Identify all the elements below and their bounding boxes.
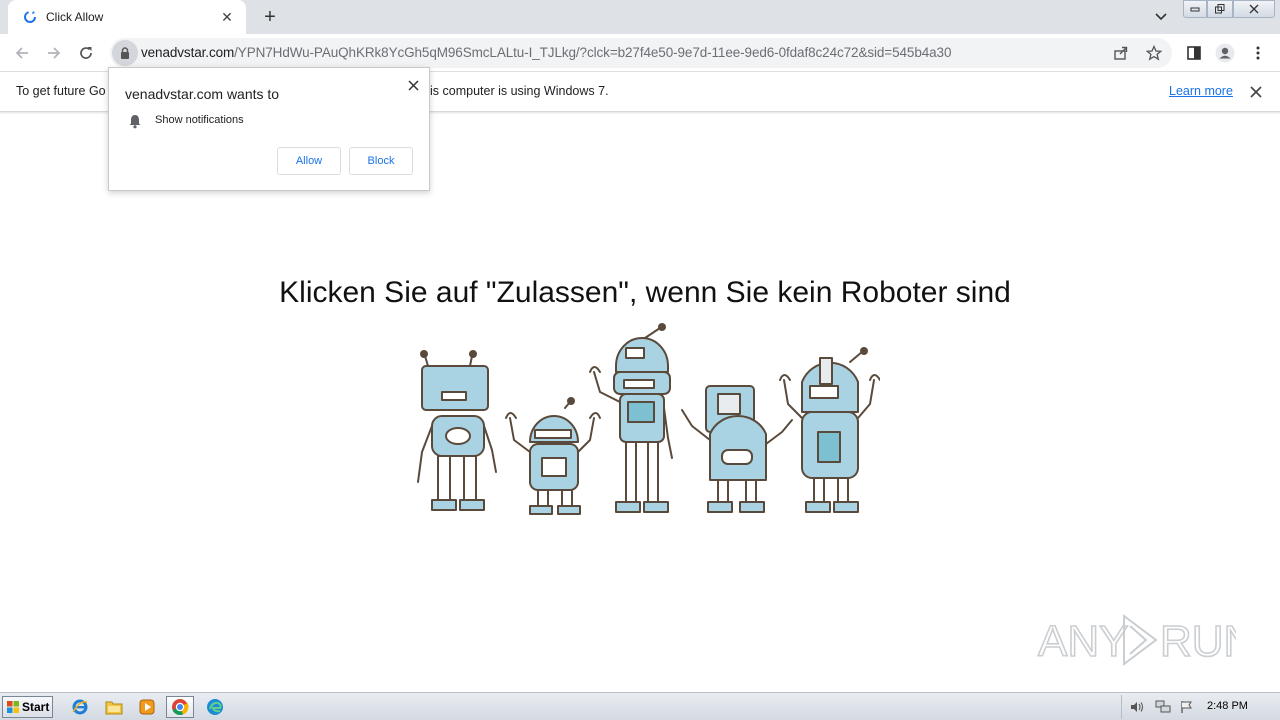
restore-button[interactable]: [1207, 0, 1233, 18]
robot-1: [417, 350, 497, 511]
windows-logo-icon: [7, 701, 19, 713]
share-icon[interactable]: [1112, 44, 1130, 62]
tab-click-allow[interactable]: Click Allow ✕: [8, 0, 246, 34]
block-button[interactable]: Block: [349, 147, 413, 175]
prompt-title: venadvstar.com wants to: [125, 86, 280, 102]
minimize-button[interactable]: [1183, 0, 1207, 18]
menu-kebab-icon[interactable]: [1247, 42, 1269, 64]
back-button[interactable]: [10, 41, 34, 65]
url-host: venadvstar.com: [141, 45, 235, 60]
info-bar-text-end: is computer is using Windows 7.: [430, 84, 609, 98]
edge-icon[interactable]: [201, 696, 229, 718]
start-label: Start: [22, 700, 50, 714]
bell-icon: [129, 115, 141, 129]
bookmark-star-icon[interactable]: [1145, 44, 1163, 62]
info-bar-close-icon[interactable]: [1246, 82, 1266, 102]
permission-label: Show notifications: [155, 114, 244, 126]
system-tray: [1121, 695, 1207, 719]
reload-button[interactable]: [74, 41, 98, 65]
internet-explorer-icon[interactable]: [66, 696, 94, 718]
robot-5: [779, 347, 880, 513]
file-explorer-icon[interactable]: [100, 696, 128, 718]
robot-4: [681, 385, 793, 513]
anyrun-watermark: ANY RUN: [1037, 614, 1236, 667]
lock-icon[interactable]: [112, 40, 138, 66]
robots-illustration: [417, 323, 880, 515]
watermark-text-right: RUN: [1160, 617, 1236, 666]
address-bar[interactable]: venadvstar.com/YPN7HdWu-PAuQhKRk8YcGh5qM…: [110, 38, 1172, 68]
tab-strip: Click Allow ✕ +: [0, 0, 1280, 34]
learn-more-link[interactable]: Learn more: [1169, 84, 1233, 98]
window-close-button[interactable]: [1233, 0, 1275, 18]
watermark-text-left: ANY: [1038, 617, 1128, 666]
media-player-icon[interactable]: [133, 696, 161, 718]
url-text[interactable]: venadvstar.com/YPN7HdWu-PAuQhKRk8YcGh5qM…: [141, 45, 951, 60]
url-path: /YPN7HdWu-PAuQhKRk8YcGh5qM96SmcLALtu-I_T…: [234, 45, 952, 60]
forward-button[interactable]: [42, 41, 66, 65]
prompt-close-icon[interactable]: [404, 76, 422, 94]
taskbar-clock[interactable]: 2:48 PM: [1207, 700, 1248, 712]
action-center-flag-icon[interactable]: [1178, 699, 1196, 715]
network-icon[interactable]: [1154, 699, 1172, 715]
loading-icon: [22, 9, 38, 25]
chrome-taskbar-icon[interactable]: [166, 696, 194, 718]
tab-search-icon[interactable]: [1150, 8, 1172, 26]
info-bar-text-start: To get future Go: [16, 84, 106, 98]
side-panel-icon[interactable]: [1183, 42, 1205, 64]
start-button[interactable]: Start: [2, 696, 53, 718]
robot-3: [589, 323, 673, 513]
new-tab-button[interactable]: +: [258, 6, 282, 28]
profile-avatar-icon[interactable]: [1214, 42, 1236, 64]
windows-taskbar: Start 2:48 PM: [0, 692, 1280, 720]
notification-permission-prompt: venadvstar.com wants to Show notificatio…: [108, 67, 430, 191]
tab-close-icon[interactable]: ✕: [218, 9, 236, 26]
allow-button[interactable]: Allow: [277, 147, 341, 175]
robot-2: [505, 397, 601, 515]
page-headline: Klicken Sie auf "Zulassen", wenn Sie kei…: [279, 276, 1011, 309]
tab-title: Click Allow: [46, 10, 104, 24]
speaker-icon[interactable]: [1128, 699, 1146, 715]
